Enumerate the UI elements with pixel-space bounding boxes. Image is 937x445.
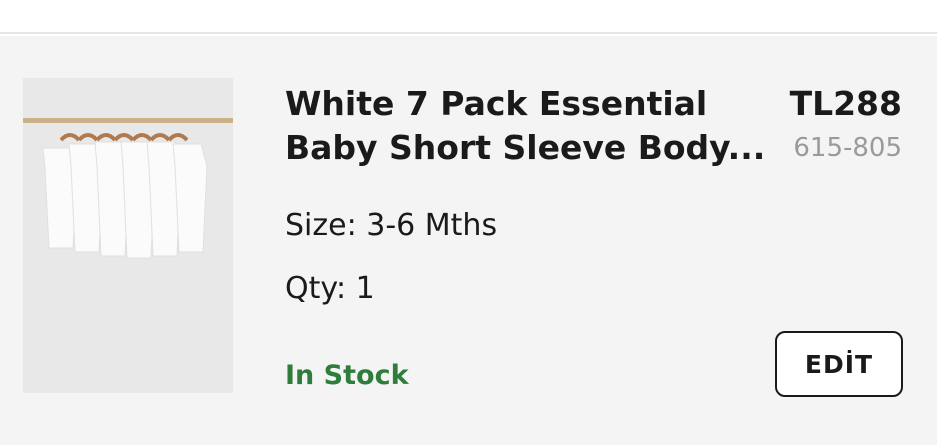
stock-status: In Stock (285, 360, 409, 391)
qty-value: 1 (355, 271, 375, 306)
qty-line: Qty: 1 (285, 269, 375, 309)
qty-label: Qty: (285, 271, 347, 306)
product-image[interactable] (23, 78, 233, 393)
product-title-line1: White 7 Pack Essential (285, 84, 708, 123)
size-line: Size: 3-6 Mths (285, 206, 497, 246)
size-label: Size: (285, 208, 357, 243)
sku-number: 615-805 (793, 133, 902, 163)
size-value: 3-6 Mths (366, 208, 498, 243)
edit-button[interactable]: EDİT (775, 331, 903, 397)
product-title-line2: Baby Short Sleeve Body... (285, 128, 766, 167)
price: TL288 (789, 84, 902, 123)
top-strip (0, 0, 937, 34)
bag-item-card: White 7 Pack Essential Baby Short Sleeve… (0, 36, 937, 445)
product-title[interactable]: White 7 Pack Essential Baby Short Sleeve… (285, 82, 766, 170)
